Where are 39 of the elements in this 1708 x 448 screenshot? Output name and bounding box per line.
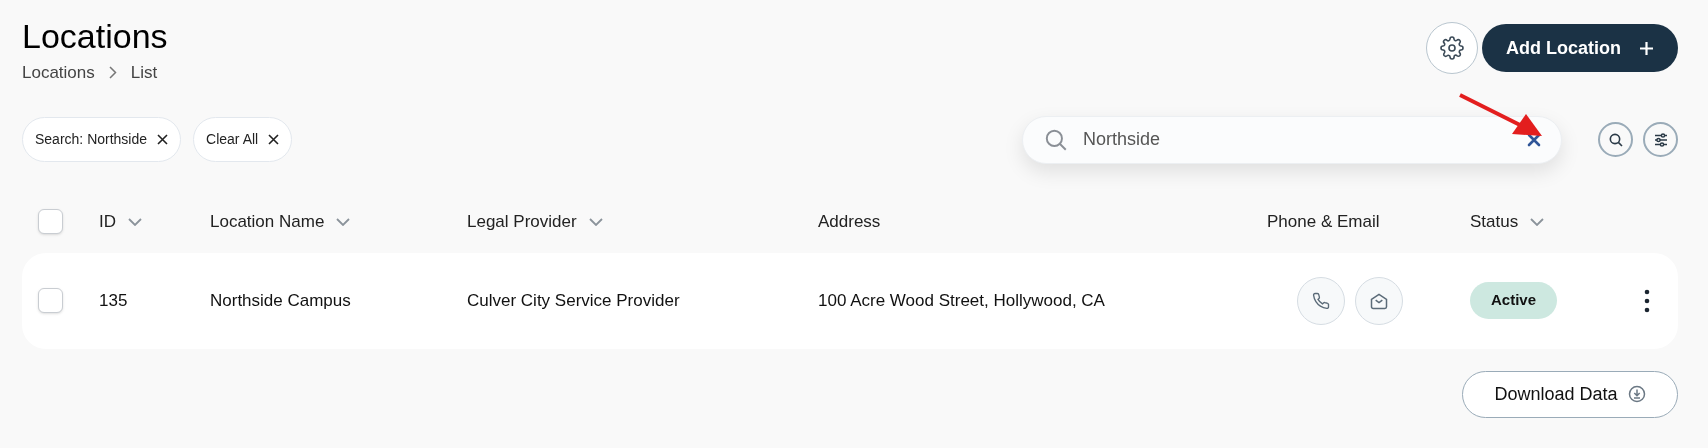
- checkbox[interactable]: [38, 288, 63, 313]
- search-icon: [1607, 131, 1624, 148]
- column-header[interactable]: Legal Provider: [467, 208, 818, 235]
- column-header[interactable]: Status: [1470, 208, 1622, 235]
- page-title: Locations: [22, 16, 168, 57]
- column-header: Address: [818, 210, 882, 233]
- download-data-button[interactable]: Download Data: [1462, 370, 1678, 418]
- close-icon: [157, 134, 169, 145]
- chevron-right-icon: [108, 66, 117, 80]
- search-field[interactable]: Northside: [1022, 115, 1562, 164]
- settings-button[interactable]: [1426, 22, 1478, 74]
- phone-button[interactable]: [1297, 276, 1345, 325]
- checkbox[interactable]: [38, 209, 63, 234]
- clear-icon[interactable]: [1527, 132, 1541, 147]
- table-cell-text: 100 Acre Wood Street, Hollywood, CA: [818, 289, 1106, 312]
- breadcrumb-item[interactable]: Locations: [22, 60, 95, 86]
- settings-icon: [1440, 36, 1464, 60]
- table-row[interactable]: 135 Northside Campus Culver City Service Provider 100 Acre Wood Street, Hollywood, CA Active: [22, 252, 1678, 349]
- filter-button[interactable]: [1643, 122, 1678, 157]
- phone-icon: [1312, 291, 1330, 310]
- close-icon: [268, 134, 280, 145]
- plus-icon: [1639, 40, 1654, 56]
- download-icon: [1627, 385, 1646, 403]
- breadcrumb-item: List: [130, 62, 158, 84]
- email-button[interactable]: [1355, 276, 1403, 325]
- sliders-icon: [1652, 131, 1669, 148]
- table-cell-text: Culver City Service Provider: [467, 289, 681, 312]
- more-options-icon[interactable]: [1644, 288, 1650, 313]
- status-badge: Active: [1470, 282, 1558, 319]
- column-header[interactable]: Location Name: [210, 208, 467, 235]
- search-button[interactable]: [1598, 122, 1633, 157]
- column-header[interactable]: ID: [99, 208, 210, 235]
- search-input[interactable]: Northside: [1083, 126, 1513, 153]
- column-header: Phone & Email: [1267, 210, 1381, 233]
- filter-chip[interactable]: Clear All: [193, 117, 293, 162]
- filter-chip[interactable]: Search: Northside: [22, 117, 182, 162]
- table-cell-text: Northside Campus: [210, 289, 352, 312]
- table-cell-text: 135: [99, 289, 129, 312]
- add-location-button[interactable]: Add Location: [1482, 24, 1678, 72]
